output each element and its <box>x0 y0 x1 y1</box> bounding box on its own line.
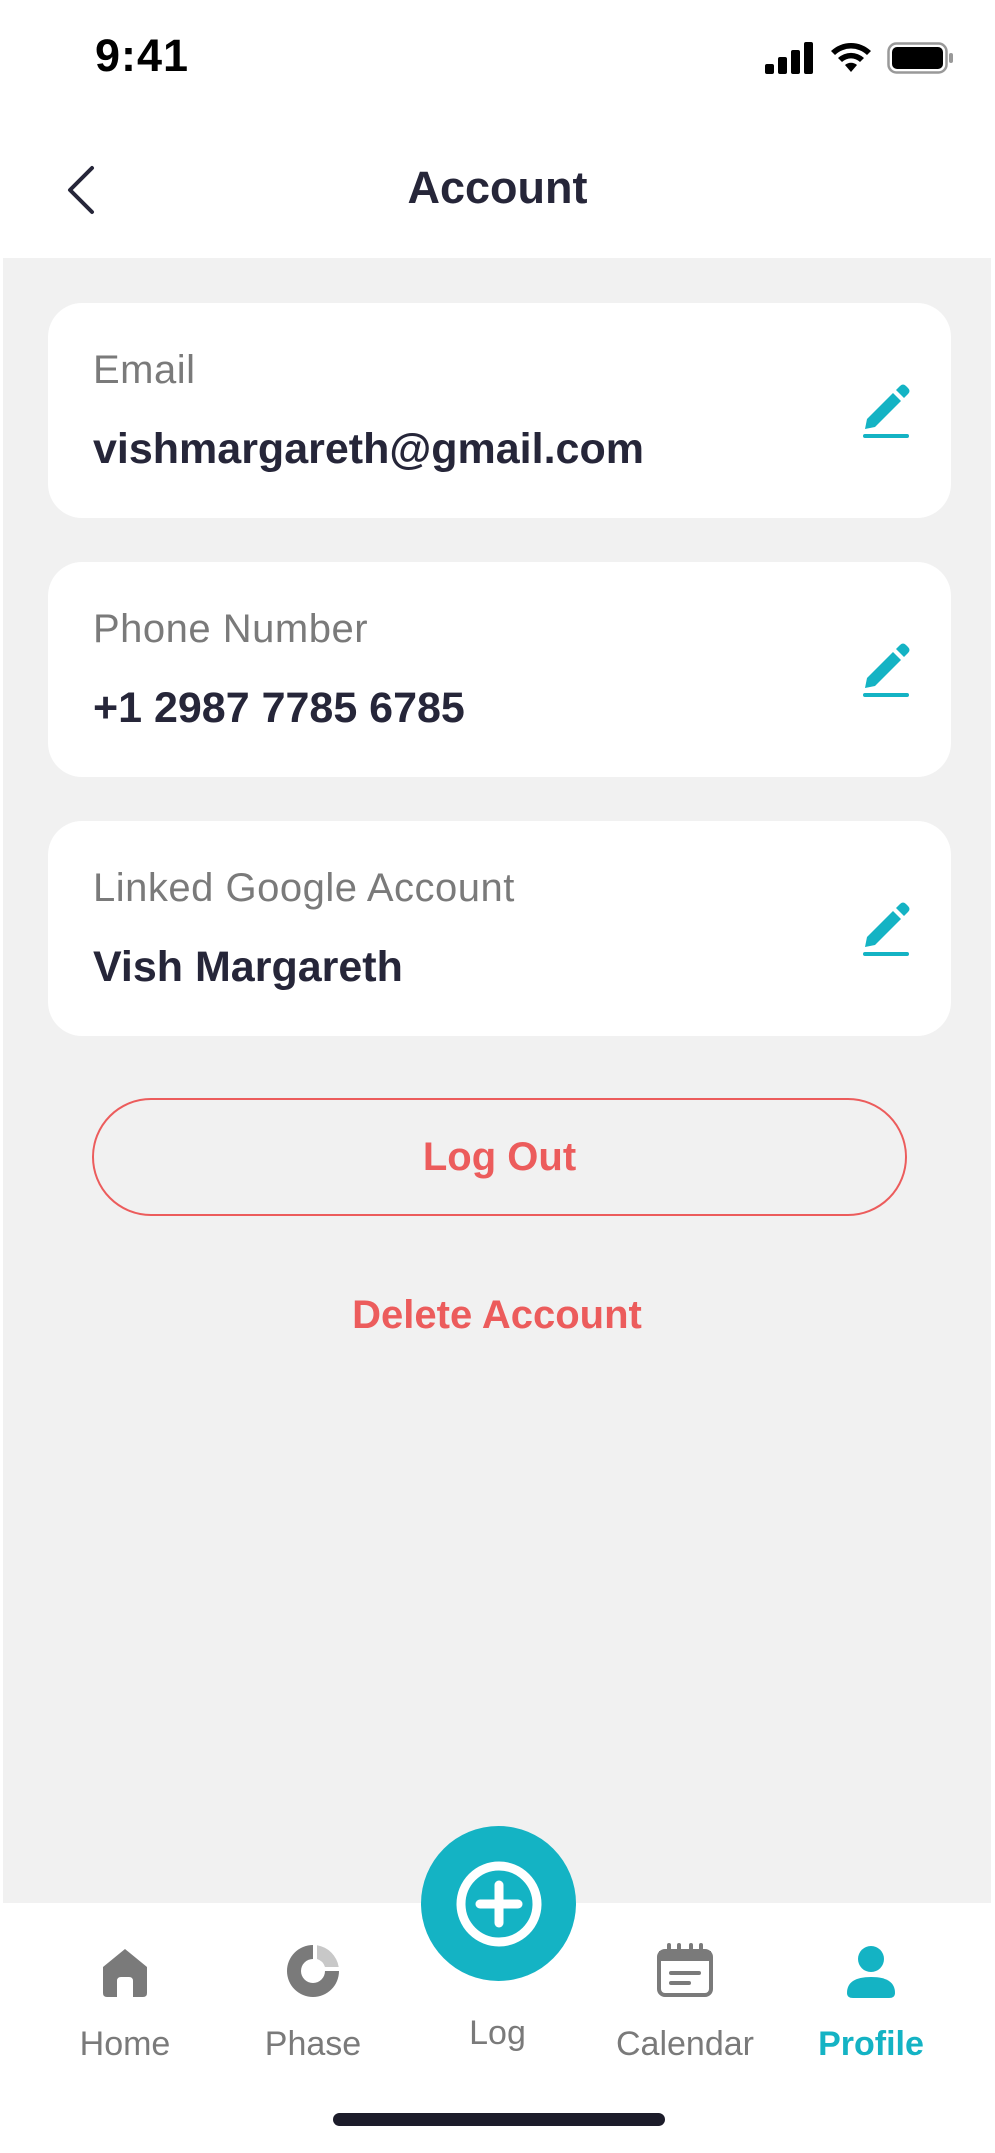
pencil-icon <box>863 643 910 697</box>
edit-phone-button[interactable] <box>861 640 911 698</box>
phone-label: Phone Number <box>93 607 369 651</box>
pencil-icon <box>863 384 910 438</box>
google-account-label: Linked Google Account <box>93 866 515 910</box>
tab-home[interactable]: Home <box>40 1933 210 2083</box>
email-label: Email <box>93 348 196 392</box>
email-value: vishmargareth@gmail.com <box>93 425 644 473</box>
tab-log-label[interactable]: Log <box>0 2014 995 2053</box>
home-indicator <box>333 2113 665 2126</box>
home-icon <box>103 1949 147 1997</box>
wifi-icon <box>831 43 871 72</box>
calendar-icon <box>657 1943 713 1997</box>
delete-account-link[interactable]: Delete Account <box>3 1293 991 1338</box>
google-account-card: Linked Google Account Vish Margareth <box>48 821 951 1036</box>
user-icon <box>847 1946 895 1998</box>
log-fab-button[interactable] <box>421 1826 576 1981</box>
edit-google-account-button[interactable] <box>861 899 911 957</box>
phone-card: Phone Number +1 2987 7785 6785 <box>48 562 951 777</box>
phone-value: +1 2987 7785 6785 <box>93 684 465 732</box>
status-bar: 9:41 <box>0 0 995 120</box>
battery-icon <box>887 42 953 74</box>
tab-profile[interactable]: Profile <box>786 1933 956 2083</box>
email-card: Email vishmargareth@gmail.com <box>48 303 951 518</box>
cellular-signal-icon <box>765 42 813 74</box>
status-icons <box>765 42 955 74</box>
plus-circle-icon <box>456 1861 541 1946</box>
pencil-icon <box>863 902 910 956</box>
logout-button[interactable]: Log Out <box>92 1098 907 1216</box>
edit-email-button[interactable] <box>861 381 911 439</box>
page-title: Account <box>407 162 588 213</box>
account-screen: 9:41 Account Email vishmargareth@gmail.c… <box>0 0 995 2153</box>
google-account-value: Vish Margareth <box>93 943 403 991</box>
tab-calendar[interactable]: Calendar <box>600 1933 770 2083</box>
header: Account <box>0 120 995 258</box>
status-time: 9:41 <box>95 30 190 81</box>
tab-phase[interactable]: Phase <box>228 1933 398 2083</box>
phase-icon <box>287 1945 339 1997</box>
account-content: Email vishmargareth@gmail.com Phone Numb… <box>3 258 991 1903</box>
